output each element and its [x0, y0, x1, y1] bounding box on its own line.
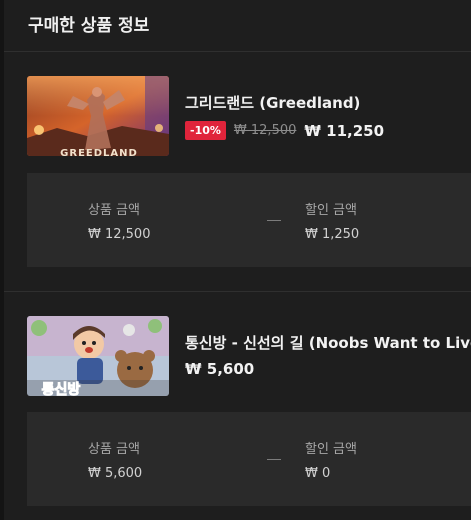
discount-amount-label: 할인 금액 [305, 442, 357, 457]
original-price: ₩ 12,500 [233, 123, 297, 138]
svg-text:통신방: 통신방 [42, 381, 81, 396]
product-thumbnail[interactable]: GREEDLAND [27, 76, 169, 156]
dash-separator [267, 459, 281, 460]
price-summary-box: 상품 금액 ₩ 12,500 할인 금액 ₩ 1,250 [27, 173, 471, 267]
greedland-artwork: GREEDLAND [27, 76, 169, 156]
noobs-artwork: 통신방 [27, 316, 169, 396]
left-border [0, 0, 4, 520]
discount-amount-value: ₩ 1,250 [305, 227, 360, 242]
svg-text:GREEDLAND: GREEDLAND [60, 148, 138, 156]
product-name[interactable]: 그리드랜드 (Greedland) [185, 92, 360, 113]
discount-amount-value: ₩ 0 [305, 466, 331, 481]
product-name[interactable]: 통신방 - 신선의 길 (Noobs Want to Live) [185, 332, 471, 353]
product-thumbnail[interactable]: 통신방 [27, 316, 169, 396]
price-row: ₩ 5,600 [185, 360, 254, 378]
price-row: -10% ₩ 12,500 ₩ 11,250 [185, 121, 384, 140]
product-divider [4, 291, 471, 292]
dash-separator [267, 220, 281, 221]
product-amount-label: 상품 금액 [88, 203, 140, 218]
section-header: 구매한 상품 정보 [4, 0, 471, 52]
final-price: ₩ 11,250 [304, 121, 385, 140]
section-title: 구매한 상품 정보 [28, 16, 150, 36]
price-summary-box: 상품 금액 ₩ 5,600 할인 금액 ₩ 0 [27, 412, 471, 506]
product-amount-label: 상품 금액 [88, 442, 140, 457]
product-amount-value: ₩ 5,600 [88, 466, 143, 481]
product-amount-value: ₩ 12,500 [88, 227, 151, 242]
discount-amount-label: 할인 금액 [305, 203, 357, 218]
final-price: ₩ 5,600 [185, 360, 255, 378]
discount-badge: -10% [185, 121, 226, 140]
